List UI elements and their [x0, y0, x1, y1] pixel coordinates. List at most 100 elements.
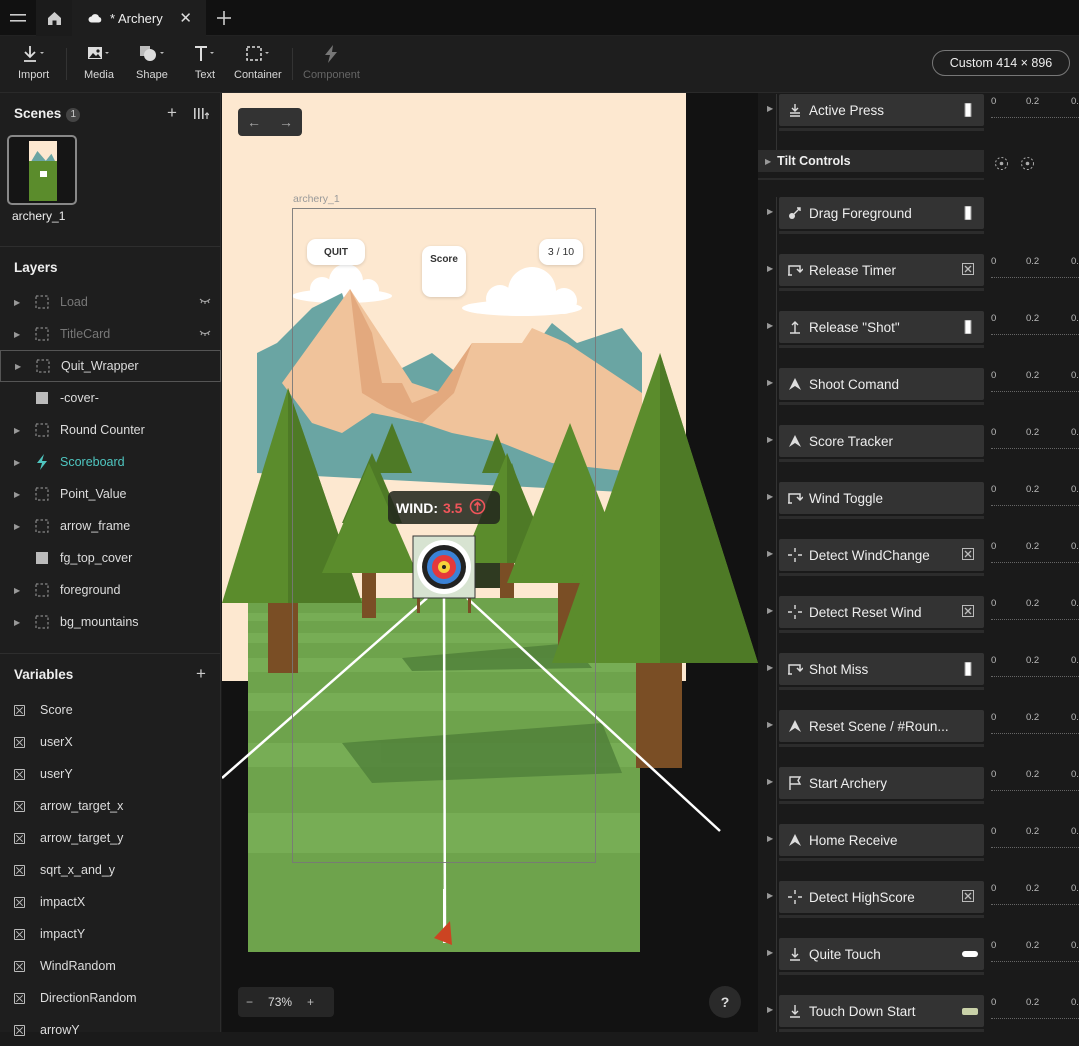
- layer-item[interactable]: ▶ Point_Value: [0, 478, 221, 510]
- interaction-card[interactable]: Touch Down Start: [779, 995, 984, 1027]
- expand-caret-icon[interactable]: ▶: [14, 298, 28, 307]
- expand-caret-icon[interactable]: ▶: [14, 458, 28, 467]
- variable-item[interactable]: WindRandom: [0, 950, 221, 982]
- text-button[interactable]: Text: [193, 44, 217, 81]
- expand-caret-icon[interactable]: ▶: [767, 492, 773, 501]
- frame-outline[interactable]: [292, 208, 596, 863]
- import-button[interactable]: Import: [18, 44, 49, 81]
- layer-item[interactable]: ▶ arrow_frame: [0, 510, 221, 542]
- interaction-card[interactable]: Detect WindChange: [779, 539, 984, 571]
- interaction-card[interactable]: Drag Foreground: [779, 197, 984, 229]
- expand-caret-icon[interactable]: ▶: [767, 663, 773, 672]
- variable-item[interactable]: impactY: [0, 918, 221, 950]
- interaction-card[interactable]: Quite Touch: [779, 938, 984, 970]
- shape-button[interactable]: Shape: [136, 44, 168, 81]
- interaction-card[interactable]: Detect HighScore: [779, 881, 984, 913]
- expand-caret-icon[interactable]: ▶: [767, 549, 773, 558]
- variable-item[interactable]: arrow_target_x: [0, 790, 221, 822]
- canvas[interactable]: archery_1 ← → QUIT Score 3 / 10 WIND: 3.…: [222, 93, 758, 1032]
- interaction-card[interactable]: Active Press: [779, 94, 984, 126]
- state-indicator-icon[interactable]: [962, 890, 974, 902]
- variable-item[interactable]: arrow_target_y: [0, 822, 221, 854]
- back-arrow-icon[interactable]: ←: [247, 114, 261, 130]
- interaction-card[interactable]: Score Tracker: [779, 425, 984, 457]
- interaction-card[interactable]: Release Timer: [779, 254, 984, 286]
- scene-settings-icon[interactable]: [194, 107, 210, 125]
- layer-item[interactable]: fg_top_cover: [0, 542, 221, 574]
- interaction-card[interactable]: Release "Shot": [779, 311, 984, 343]
- hidden-eye-icon[interactable]: [199, 295, 211, 309]
- expand-caret-icon[interactable]: ▶: [14, 490, 28, 499]
- expand-caret-icon[interactable]: ▶: [767, 1005, 773, 1014]
- hidden-eye-icon[interactable]: [199, 327, 211, 341]
- new-tab-icon[interactable]: [206, 0, 242, 36]
- layer-item[interactable]: ▶ Load: [0, 286, 221, 318]
- variable-item[interactable]: userX: [0, 726, 221, 758]
- layer-item[interactable]: ▶ bg_mountains: [0, 606, 221, 638]
- interaction-card[interactable]: Reset Scene / #Roun...: [779, 710, 984, 742]
- expand-caret-icon[interactable]: ▶: [767, 378, 773, 387]
- tilt-target-icon[interactable]: [994, 156, 1009, 176]
- expand-caret-icon[interactable]: ▶: [15, 362, 29, 371]
- zoom-out-icon[interactable]: −: [246, 995, 253, 1009]
- variable-item[interactable]: userY: [0, 758, 221, 790]
- add-scene-icon[interactable]: +: [167, 103, 177, 123]
- expand-caret-icon[interactable]: ▶: [767, 207, 773, 216]
- add-variable-icon[interactable]: +: [196, 664, 206, 684]
- layer-item[interactable]: -cover-: [0, 382, 221, 414]
- tilt-controls-group[interactable]: ▶ Tilt Controls: [758, 150, 984, 172]
- expand-caret-icon[interactable]: ▶: [14, 522, 28, 531]
- expand-caret-icon[interactable]: ▶: [14, 426, 28, 435]
- expand-caret-icon[interactable]: ▶: [767, 948, 773, 957]
- close-icon[interactable]: ✕: [179, 9, 192, 27]
- variable-item[interactable]: impactX: [0, 886, 221, 918]
- variable-item[interactable]: Score: [0, 694, 221, 726]
- quit-button[interactable]: QUIT: [307, 239, 365, 265]
- forward-arrow-icon[interactable]: →: [279, 114, 293, 130]
- expand-caret-icon[interactable]: ▶: [14, 618, 28, 627]
- expand-caret-icon[interactable]: ▶: [767, 104, 773, 113]
- interaction-card[interactable]: Home Receive: [779, 824, 984, 856]
- interaction-card[interactable]: Shot Miss: [779, 653, 984, 685]
- expand-caret-icon[interactable]: ▶: [767, 435, 773, 444]
- state-indicator-icon[interactable]: [962, 102, 974, 118]
- state-indicator-icon[interactable]: [962, 548, 974, 560]
- layer-item[interactable]: ▶ TitleCard: [0, 318, 221, 350]
- expand-caret-icon[interactable]: ▶: [767, 777, 773, 786]
- expand-caret-icon[interactable]: ▶: [767, 720, 773, 729]
- home-icon[interactable]: [36, 0, 72, 36]
- interaction-card[interactable]: Start Archery: [779, 767, 984, 799]
- expand-caret-icon[interactable]: ▶: [767, 891, 773, 900]
- expand-caret-icon[interactable]: ▶: [767, 834, 773, 843]
- expand-caret-icon[interactable]: ▶: [14, 330, 28, 339]
- tab-document[interactable]: * Archery ✕: [72, 0, 206, 36]
- variable-item[interactable]: DirectionRandom: [0, 982, 221, 1014]
- device-size-selector[interactable]: Custom 414 × 896: [932, 50, 1070, 76]
- variable-item[interactable]: sqrt_x_and_y: [0, 854, 221, 886]
- component-button[interactable]: Component: [303, 44, 360, 81]
- interaction-card[interactable]: Shoot Comand: [779, 368, 984, 400]
- state-indicator-icon[interactable]: [962, 205, 974, 221]
- menu-icon[interactable]: [0, 0, 36, 36]
- expand-caret-icon[interactable]: ▶: [767, 606, 773, 615]
- state-indicator-icon[interactable]: [962, 661, 974, 677]
- interaction-card[interactable]: Detect Reset Wind: [779, 596, 984, 628]
- zoom-in-icon[interactable]: +: [307, 995, 314, 1009]
- state-indicator-icon[interactable]: [962, 605, 974, 617]
- state-indicator-icon[interactable]: [962, 263, 974, 275]
- expand-caret-icon[interactable]: ▶: [14, 586, 28, 595]
- layer-item[interactable]: ▶ Quit_Wrapper: [0, 350, 221, 382]
- expand-caret-icon[interactable]: ▶: [767, 321, 773, 330]
- interaction-card[interactable]: Wind Toggle: [779, 482, 984, 514]
- variable-item[interactable]: arrowY: [0, 1014, 221, 1046]
- layer-item[interactable]: ▶ Scoreboard: [0, 446, 221, 478]
- state-indicator-icon[interactable]: [962, 948, 978, 960]
- expand-caret-icon[interactable]: ▶: [767, 264, 773, 273]
- scene-thumbnail[interactable]: [7, 135, 77, 205]
- expand-caret-icon[interactable]: ▶: [765, 157, 771, 166]
- tilt-target-icon[interactable]: [1020, 156, 1035, 176]
- layer-item[interactable]: ▶ foreground: [0, 574, 221, 606]
- zoom-level[interactable]: 73%: [268, 995, 292, 1009]
- state-indicator-icon[interactable]: [962, 1005, 978, 1017]
- container-button[interactable]: Container: [234, 44, 282, 81]
